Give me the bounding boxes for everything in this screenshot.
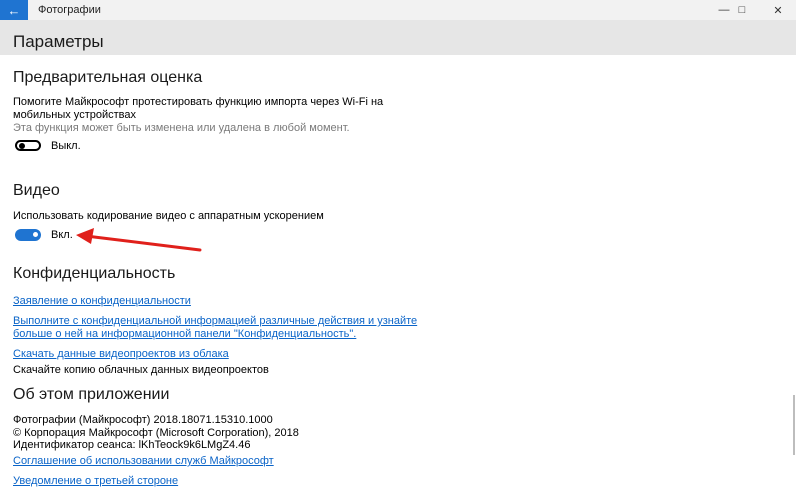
annotation-arrow-icon bbox=[76, 228, 202, 252]
annotation-arrow-head bbox=[76, 228, 94, 244]
annotation-arrow-line bbox=[84, 234, 202, 252]
